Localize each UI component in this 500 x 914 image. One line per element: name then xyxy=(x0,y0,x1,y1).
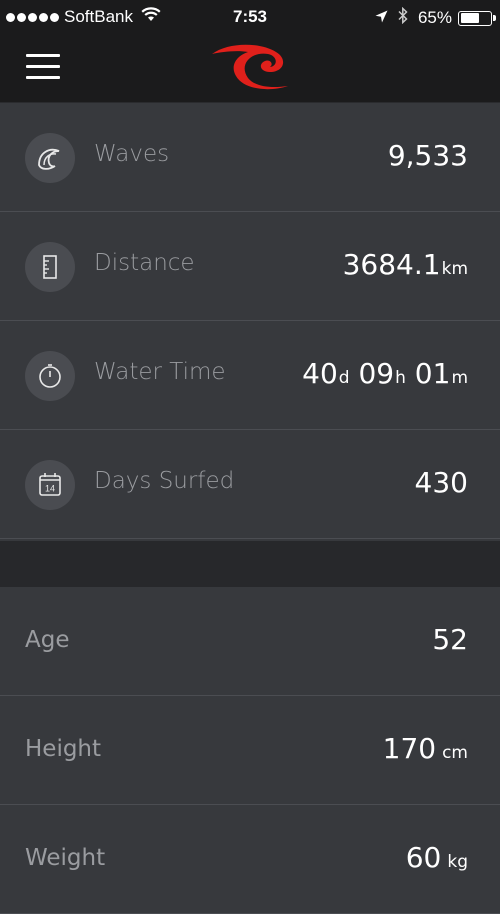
water-time-days: 40 xyxy=(302,357,338,390)
ruler-icon xyxy=(25,242,75,292)
battery-percent: 65% xyxy=(417,8,452,27)
age-value: 52 xyxy=(432,623,468,656)
height-unit: cm xyxy=(442,743,468,763)
stopwatch-icon xyxy=(25,351,75,401)
profile-row-weight[interactable]: Weight 60 kg xyxy=(0,805,500,914)
waves-value: 9,533 xyxy=(387,139,468,172)
status-bar: SoftBank 7:53 65% xyxy=(0,0,500,34)
stat-row-water-time[interactable]: Water Time 40d 09h 01m xyxy=(0,321,500,430)
days-surfed-value: 430 xyxy=(414,466,468,499)
stat-label: Water Time xyxy=(94,359,226,385)
hours-unit: h xyxy=(395,368,406,388)
section-divider xyxy=(0,541,500,587)
height-value: 170 xyxy=(382,732,437,765)
bluetooth-icon xyxy=(398,6,408,29)
nav-bar xyxy=(0,34,500,103)
water-time-minutes: 01 xyxy=(414,357,451,390)
wave-icon xyxy=(25,133,75,183)
stats-list: Waves 9,533 Distance 3684.1km Water Time… xyxy=(0,103,500,539)
status-right: 65% xyxy=(375,6,496,29)
profile-value: 52 xyxy=(432,623,468,656)
calendar-day: 14 xyxy=(45,484,55,494)
stat-label: Days Surfed xyxy=(94,468,235,494)
stat-value: 3684.1km xyxy=(343,248,468,281)
distance-unit: km xyxy=(441,259,468,279)
hamburger-menu-icon[interactable] xyxy=(26,54,60,80)
battery-icon xyxy=(458,10,496,26)
profile-value: 60 kg xyxy=(406,841,468,874)
minutes-unit: m xyxy=(451,368,468,388)
location-arrow-icon xyxy=(375,8,388,28)
ripcurl-logo-icon xyxy=(212,44,288,90)
days-unit: d xyxy=(338,368,350,388)
profile-label: Age xyxy=(25,627,70,653)
profile-label: Weight xyxy=(25,845,106,871)
stat-row-days-surfed[interactable]: 14 Days Surfed 430 xyxy=(0,430,500,539)
profile-label: Height xyxy=(25,736,102,762)
profile-list: Age 52 Height 170 cm Weight 60 kg xyxy=(0,587,500,914)
stat-label: Waves xyxy=(94,141,170,167)
weight-unit: kg xyxy=(447,852,468,872)
calendar-icon: 14 xyxy=(25,460,75,510)
profile-row-age[interactable]: Age 52 xyxy=(0,587,500,696)
profile-row-height[interactable]: Height 170 cm xyxy=(0,696,500,805)
stat-value: 40d 09h 01m xyxy=(302,357,468,390)
stat-row-distance[interactable]: Distance 3684.1km xyxy=(0,212,500,321)
weight-value: 60 xyxy=(405,841,442,874)
stat-row-waves[interactable]: Waves 9,533 xyxy=(0,103,500,212)
profile-value: 170 cm xyxy=(383,732,468,765)
water-time-hours: 09 xyxy=(358,357,395,390)
stat-label: Distance xyxy=(94,250,195,276)
distance-value: 3684.1 xyxy=(342,248,441,281)
stat-value: 430 xyxy=(415,466,468,499)
stat-value: 9,533 xyxy=(388,139,468,172)
